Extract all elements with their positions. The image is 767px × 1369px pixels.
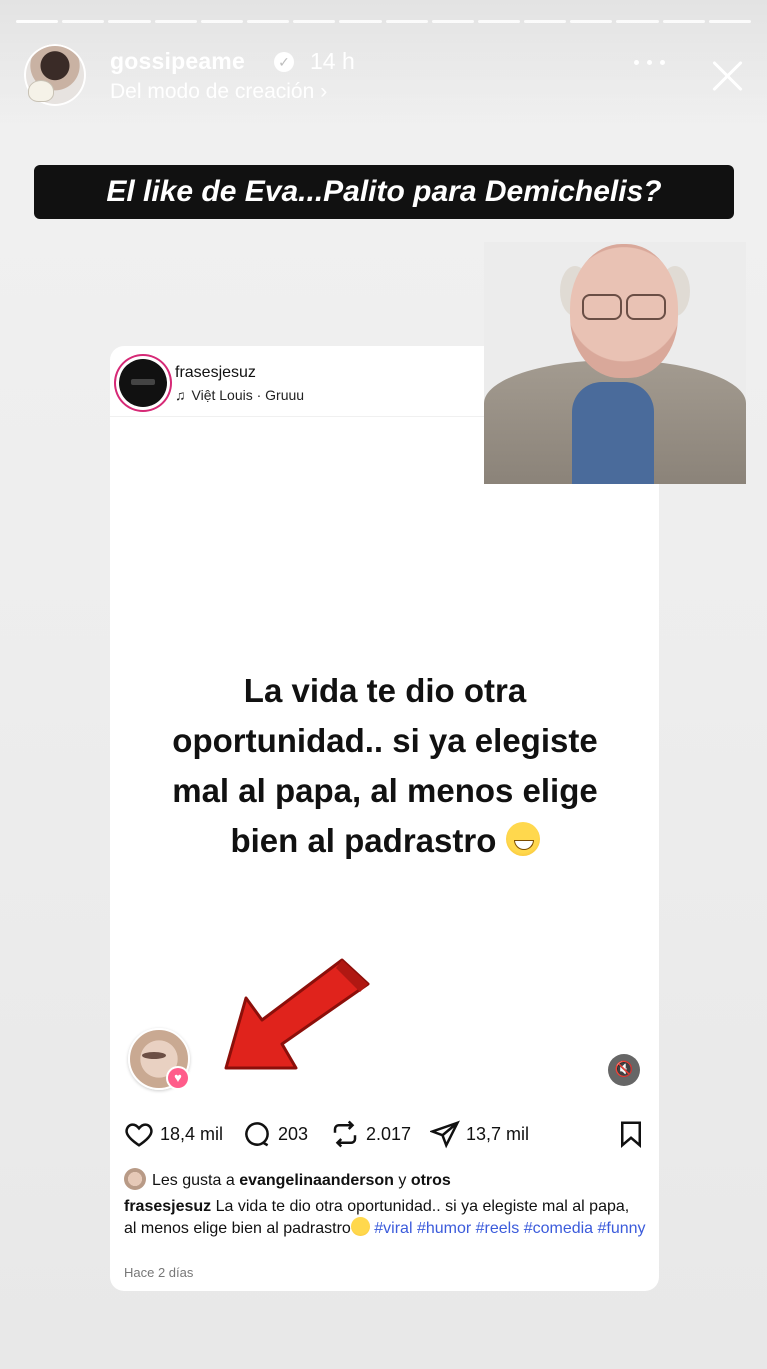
like-count: 18,4 mil [160,1123,224,1144]
more-icon[interactable] [634,58,668,68]
progress-segment [246,20,290,23]
progress-segment [570,20,613,23]
repost-count: 2.017 [366,1123,412,1144]
post-text-line-last: bien al padrastro [130,816,640,866]
progress-segment [385,20,428,23]
progress-segment [708,20,751,23]
heart-icon [125,1123,153,1147]
story-time: 14 h [310,48,355,74]
close-icon[interactable] [708,56,748,96]
liked-by-prefix: Les gusta a [152,1172,235,1189]
progress-segment [16,20,59,23]
comment-icon [245,1122,269,1147]
hashtag[interactable]: #humor [417,1220,471,1237]
save-button[interactable] [616,1118,646,1150]
sweat-smile-emoji-icon [505,822,540,856]
post-username[interactable]: frasesjesuz [175,364,256,382]
repost-button[interactable]: 2.017 [330,1118,411,1150]
repost-icon [333,1120,357,1148]
post-caption: frasesjesuz La vida te dio otra oportuni… [124,1196,646,1239]
story-username[interactable]: gossipeame [110,48,245,75]
progress-segment [200,20,243,23]
post-text-line: La vida te dio otra [243,672,527,709]
post-avatar[interactable] [119,359,167,407]
red-arrow-sticker [224,958,370,1070]
music-note-icon: ♫ [175,387,186,403]
caption-username[interactable]: frasesjesuz [124,1198,211,1215]
post-card: frasesjesuz ♫ Việt Louis · Gruuu La vida … [110,346,659,1291]
verified-badge-icon: ✓ [274,52,294,72]
chevron-right-icon: › [320,80,328,103]
liked-by-user[interactable]: evangelinaanderson [239,1172,394,1189]
post-timestamp: Hace 2 días [124,1265,194,1280]
story-subline-text: Del modo de creación [110,80,315,103]
hashtag[interactable]: #reels [476,1220,520,1237]
share-count: 13,7 mil [466,1123,530,1144]
avatar-pet [28,80,54,102]
comment-button[interactable]: 203 [242,1118,308,1150]
progress-segment [154,20,197,23]
progress-segment [477,20,521,23]
story-avatar[interactable] [24,44,86,106]
post-text-line: oportunidad.. si ya elegiste [172,722,598,759]
progress-segment [524,20,567,23]
hashtag[interactable]: #comedia [524,1220,593,1237]
story-headline: El like de Eva...Palito para Demichelis? [34,165,734,219]
progress-segment [431,20,474,23]
comment-count: 203 [278,1123,309,1144]
post-music[interactable]: ♫ Việt Louis · Gruuu [175,387,304,403]
hashtag[interactable]: #viral [374,1220,412,1237]
liked-by-others[interactable]: otros [411,1172,451,1189]
post-music-text: Việt Louis · Gruuu [191,387,305,403]
progress-segment [616,20,659,23]
heart-badge-icon: ♥ [168,1068,188,1088]
progress-segment [293,20,336,23]
like-button[interactable]: 18,4 mil [124,1118,223,1150]
share-icon [430,1120,460,1149]
meme-photo-sticker [484,242,746,484]
liked-by-avatar [124,1168,146,1190]
post-text-line: mal al papa, al menos elige [172,772,598,809]
story-subline[interactable]: Del modo de creación › [110,80,327,104]
progress-segment [108,20,151,23]
bookmark-icon [621,1121,641,1148]
mute-icon[interactable]: 🔇 [608,1054,640,1086]
share-button[interactable]: 13,7 mil [430,1118,529,1150]
progress-segment [339,20,382,23]
hashtag[interactable]: #funny [598,1220,646,1237]
liked-by-row[interactable]: Les gusta a evangelinaanderson y otros [124,1168,644,1190]
sweat-smile-emoji-icon [350,1217,370,1236]
story-header: gossipeame ✓ 14 h Del modo de creación › [24,44,749,110]
progress-segment [662,20,705,23]
post-actions: 18,4 mil 203 2.017 13,7 mil [124,1118,644,1150]
liked-by-mid: y [398,1172,407,1189]
post-text-line: bien al padrastro [230,822,497,859]
story-progress-bar [16,20,751,23]
progress-segment [62,20,105,23]
post-main-text: La vida te dio otra oportunidad.. si ya … [130,666,640,866]
